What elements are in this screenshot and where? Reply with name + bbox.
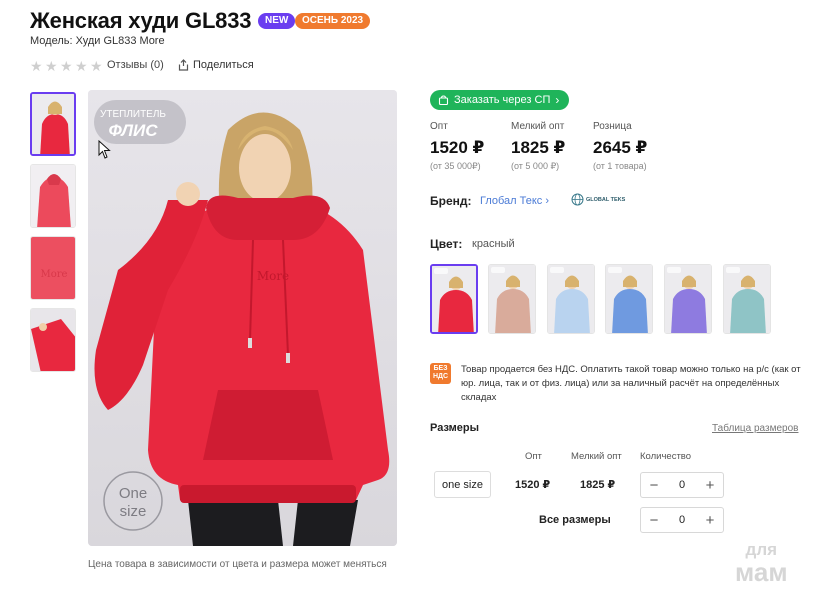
star-icon: ★	[75, 58, 88, 74]
main-product-image[interactable]: More УТЕПЛИТЕЛЬ ФЛИС One size	[88, 90, 397, 546]
price-label-retail: Розница	[593, 121, 632, 132]
size-option[interactable]: one size	[434, 471, 491, 498]
thumbnail-3[interactable]: More	[30, 236, 76, 300]
brand-link[interactable]: Глобал Текс ›	[480, 195, 549, 207]
price-caption: Цена товара в зависимости от цвета и раз…	[88, 559, 387, 570]
star-icon: ★	[45, 58, 58, 74]
plus-button[interactable]: +	[697, 473, 723, 497]
star-icon: ★	[60, 58, 73, 74]
price-label-small-opt: Мелкий опт	[511, 121, 565, 132]
cart-icon	[438, 94, 449, 105]
insulation-text: УТЕПЛИТЕЛЬ	[100, 109, 166, 120]
order-sp-button[interactable]: Заказать через СП ›	[430, 90, 570, 110]
watermark-line2: мам	[735, 557, 788, 587]
color-swatch-violet[interactable]	[664, 264, 712, 334]
color-swatch-blue[interactable]	[605, 264, 653, 334]
all-sizes-label: Все размеры	[539, 514, 611, 526]
brand-label: Бренд:	[430, 194, 472, 208]
price-value-small-opt: 1825 ₽	[511, 138, 566, 157]
chevron-right-icon: ›	[555, 93, 560, 107]
all-sizes-quantity[interactable]: 0	[679, 514, 685, 526]
minus-button[interactable]: −	[641, 508, 667, 532]
color-swatch-mint[interactable]	[723, 264, 771, 334]
size-table-link[interactable]: Таблица размеров	[712, 423, 798, 434]
col-header-small-opt: Мелкий опт	[571, 451, 622, 462]
fleece-text: ФЛИС	[108, 121, 158, 140]
all-sizes-stepper: − 0 +	[640, 507, 724, 533]
mouse-cursor-icon	[98, 140, 111, 159]
size-price-opt: 1520 ₽	[515, 479, 551, 491]
color-swatch-red[interactable]	[430, 264, 478, 334]
chest-logo-text: More	[257, 269, 289, 283]
minus-button[interactable]: −	[641, 473, 667, 497]
globe-icon	[571, 193, 584, 206]
watermark-logo: для мам	[735, 539, 788, 587]
thumbnail-1[interactable]	[30, 92, 76, 156]
order-sp-label: Заказать через СП	[454, 94, 551, 106]
thumbnail-4[interactable]	[30, 308, 76, 372]
share-icon	[178, 59, 189, 71]
star-icon: ★	[30, 58, 43, 74]
color-value: красный	[472, 238, 515, 250]
price-note-retail: (от 1 товара)	[593, 161, 647, 171]
sizes-heading: Размеры	[430, 422, 480, 434]
one-size-text-1: One	[119, 485, 147, 502]
thumb-logo-text: More	[41, 269, 68, 280]
quantity-value[interactable]: 0	[679, 479, 685, 491]
brand-logo: GLOBAL TEKS	[571, 193, 625, 206]
plus-button[interactable]: +	[697, 508, 723, 532]
product-title: Женская худи GL833	[30, 8, 252, 33]
col-header-qty: Количество	[640, 451, 692, 462]
vat-notice: Товар продается без НДС. Оплатить такой …	[461, 364, 801, 403]
no-vat-icon-line2: НДС	[432, 373, 449, 380]
reviews-link[interactable]: Отзывы (0)	[107, 59, 164, 71]
color-swatch-beige[interactable]	[488, 264, 536, 334]
quantity-stepper: − 0 +	[640, 472, 724, 498]
share-button[interactable]: Поделиться	[178, 59, 254, 71]
color-swatch-light-blue[interactable]	[547, 264, 595, 334]
rating-stars[interactable]: ★ ★ ★ ★ ★	[30, 59, 104, 73]
price-value-retail: 2645 ₽	[593, 138, 648, 157]
brand-name: Глобал Текс	[480, 195, 543, 207]
col-header-opt: Опт	[525, 451, 542, 462]
chevron-right-icon: ›	[545, 195, 550, 207]
no-vat-icon: БЕЗ НДС	[430, 363, 451, 384]
price-note-small-opt: (от 5 000 ₽)	[511, 161, 560, 171]
no-vat-icon-line1: БЕЗ	[433, 365, 448, 372]
brand-logo-text: GLOBAL TEKS	[586, 196, 626, 203]
size-price-small-opt: 1825 ₽	[580, 479, 616, 491]
price-note-opt: (от 35 000₽)	[430, 161, 481, 171]
price-value-opt: 1520 ₽	[430, 138, 485, 157]
star-icon: ★	[90, 58, 103, 74]
color-label: Цвет:	[430, 237, 463, 251]
new-badge: NEW	[258, 13, 296, 29]
thumbnail-2[interactable]	[30, 164, 76, 228]
share-label: Поделиться	[193, 59, 254, 71]
price-label-opt: Опт	[430, 121, 448, 132]
one-size-text-2: size	[120, 503, 147, 520]
model-line: Модель: Худи GL833 More	[30, 35, 165, 47]
season-badge: ОСЕНЬ 2023	[295, 13, 371, 29]
